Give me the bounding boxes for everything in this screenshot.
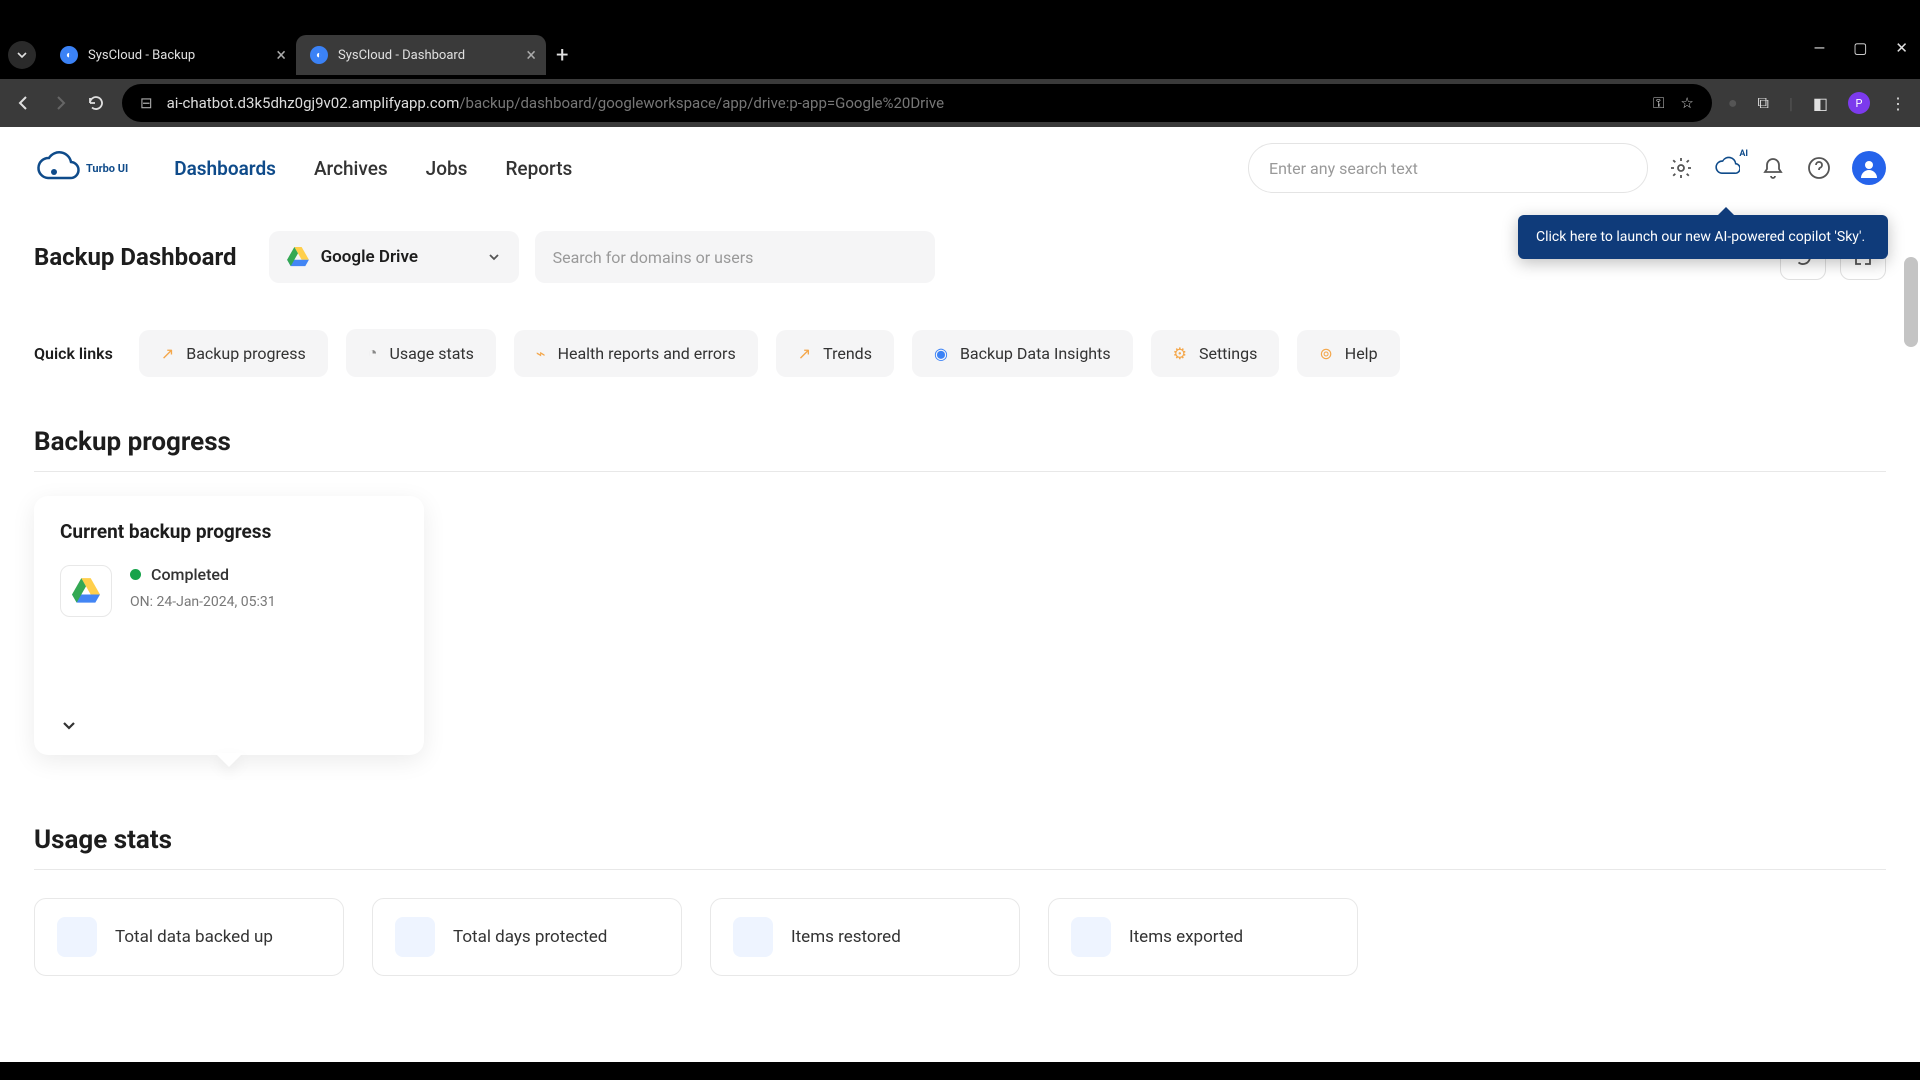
cloud-icon [34, 150, 82, 186]
reload-button[interactable] [86, 93, 106, 113]
stat-card-items-restored[interactable]: Items restored [710, 898, 1020, 976]
tab-dashboard[interactable]: ◐ SysCloud - Dashboard × [296, 35, 546, 75]
menu-icon[interactable]: ⋮ [1890, 94, 1906, 113]
close-window-icon[interactable]: ✕ [1895, 39, 1908, 57]
logo[interactable]: Turbo UI [34, 150, 128, 186]
favicon-icon: ◐ [310, 46, 328, 64]
profile-disc-icon[interactable]: ● [1728, 93, 1738, 113]
ql-usage-stats[interactable]: ◔Usage stats [346, 329, 496, 377]
global-search-input[interactable]: Enter any search text [1248, 143, 1648, 193]
nav-reports[interactable]: Reports [505, 157, 572, 180]
stat-card-total-data[interactable]: Total data backed up [34, 898, 344, 976]
quick-links: Quick links ↗Backup progress ◔Usage stat… [34, 329, 1886, 377]
tab-strip: ◐ SysCloud - Backup × ◐ SysCloud - Dashb… [0, 31, 1920, 79]
page-title: Backup Dashboard [34, 243, 237, 271]
app-icon-box [60, 565, 112, 617]
headset-icon: ⊚ [1319, 344, 1332, 363]
logo-text: Turbo UI [86, 162, 128, 175]
quick-links-label: Quick links [34, 344, 113, 363]
activity-icon: ⌁ [536, 344, 546, 363]
profile-badge[interactable]: P [1848, 92, 1870, 114]
url-input[interactable]: ⊟ ai-chatbot.d3k5dhz0gj9v02.amplifyapp.c… [122, 84, 1712, 122]
ai-tooltip: Click here to launch our new AI-powered … [1518, 215, 1888, 259]
stat-icon [733, 917, 773, 957]
stats-row: Total data backed up Total days protecte… [34, 898, 1886, 976]
section-title-backup: Backup progress [34, 427, 1886, 457]
main-nav: Dashboards Archives Jobs Reports [174, 157, 572, 180]
trend-up-icon: ↗ [161, 344, 174, 363]
ql-settings[interactable]: ⚙Settings [1151, 330, 1280, 377]
ql-health-reports[interactable]: ⌁Health reports and errors [514, 330, 758, 377]
bookmark-icon[interactable]: ☆ [1680, 94, 1693, 112]
back-button[interactable] [14, 93, 34, 113]
url-text: ai-chatbot.d3k5dhz0gj9v02.amplifyapp.com… [167, 94, 944, 112]
app-selector[interactable]: Google Drive [269, 231, 519, 283]
app-header: Turbo UI Dashboards Archives Jobs Report… [34, 127, 1886, 209]
ql-help[interactable]: ⊚Help [1297, 330, 1399, 377]
new-tab-button[interactable]: + [556, 43, 568, 68]
tab-backup[interactable]: ◐ SysCloud - Backup × [46, 35, 296, 75]
password-icon[interactable]: ⚿ [1653, 94, 1664, 112]
domain-search-input[interactable]: Search for domains or users [535, 231, 935, 283]
scrollbar-vertical[interactable] [1904, 257, 1918, 347]
site-settings-icon[interactable]: ⊟ [140, 94, 153, 112]
nav-jobs[interactable]: Jobs [426, 157, 468, 180]
favicon-icon: ◐ [60, 46, 78, 64]
tab-title: SysCloud - Backup [88, 48, 195, 63]
page: Turbo UI Dashboards Archives Jobs Report… [0, 127, 1920, 1062]
stat-icon [1071, 917, 1111, 957]
tab-title: SysCloud - Dashboard [338, 48, 465, 63]
divider [34, 869, 1886, 870]
sidepanel-icon[interactable]: ◧ [1813, 94, 1828, 113]
stat-card-items-exported[interactable]: Items exported [1048, 898, 1358, 976]
insights-icon: ◉ [934, 344, 948, 363]
selector-value: Google Drive [321, 247, 475, 267]
backup-progress-card: Current backup progress Completed ON: 24… [34, 496, 424, 755]
maximize-icon[interactable]: ▢ [1853, 39, 1867, 57]
tab-list-dropdown[interactable] [8, 41, 36, 69]
user-avatar[interactable] [1852, 151, 1886, 185]
extensions-icon[interactable]: ⧉ [1758, 93, 1769, 113]
ai-copilot-button[interactable]: AI [1714, 155, 1740, 181]
forward-button[interactable] [50, 93, 70, 113]
nav-dashboards[interactable]: Dashboards [174, 157, 276, 180]
status-line: Completed [130, 565, 276, 584]
close-icon[interactable]: × [276, 45, 286, 66]
notifications-bell-icon[interactable] [1760, 155, 1786, 181]
chevron-down-icon [487, 250, 501, 264]
section-title-usage: Usage stats [34, 825, 1886, 855]
stat-card-days-protected[interactable]: Total days protected [372, 898, 682, 976]
settings-gear-icon[interactable] [1668, 155, 1694, 181]
minimize-icon[interactable]: — [1814, 39, 1826, 57]
status-dot-icon [130, 569, 141, 580]
close-icon[interactable]: × [526, 45, 536, 66]
google-drive-icon [72, 578, 100, 604]
ql-backup-progress[interactable]: ↗Backup progress [139, 330, 328, 377]
chevron-down-icon [16, 49, 28, 61]
stat-icon [395, 917, 435, 957]
ai-badge: AI [1739, 149, 1748, 159]
gear-icon: ⚙ [1173, 344, 1187, 363]
chevron-down-icon [60, 717, 78, 735]
ql-data-insights[interactable]: ◉Backup Data Insights [912, 330, 1133, 377]
pie-chart-icon: ◔ [368, 343, 378, 363]
card-title: Current backup progress [60, 520, 398, 543]
address-bar: ⊟ ai-chatbot.d3k5dhz0gj9v02.amplifyapp.c… [0, 79, 1920, 127]
status-date: ON: 24-Jan-2024, 05:31 [130, 594, 276, 610]
trend-up-icon: ↗ [798, 344, 811, 363]
taskbar [0, 1064, 1920, 1080]
stat-icon [57, 917, 97, 957]
help-icon[interactable] [1806, 155, 1832, 181]
google-drive-icon [287, 247, 309, 267]
nav-archives[interactable]: Archives [314, 157, 388, 180]
card-expand-button[interactable] [60, 717, 398, 735]
divider [34, 471, 1886, 472]
ql-trends[interactable]: ↗Trends [776, 330, 894, 377]
